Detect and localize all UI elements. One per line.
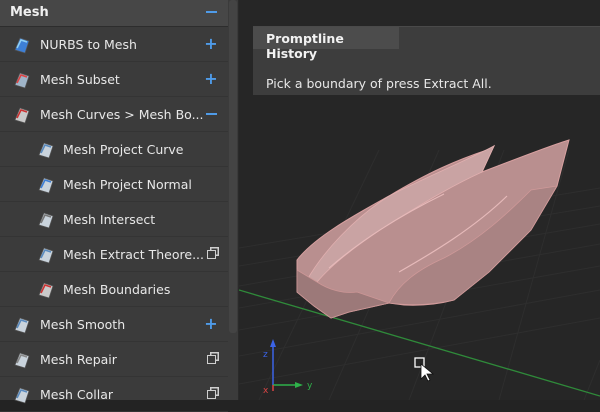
copy-icon[interactable] [204,351,218,367]
panel-item-label: Mesh Project Normal [63,177,192,192]
mesh-boundaries-icon [36,280,56,300]
panel-item-mesh-collar[interactable]: Mesh Collar [0,377,228,412]
x-axis-label: x [263,386,269,395]
panel-title: Mesh [10,5,49,20]
prompt-message: Pick a boundary of press Extract All. [266,76,492,91]
panel-item-nurbs-to-mesh[interactable]: NURBS to Mesh [0,27,228,62]
copy-icon[interactable] [204,246,218,262]
axis-triad-icon: z y x [263,339,313,395]
collapse-panel-button[interactable] [204,4,218,20]
panel-item-mesh-extract[interactable]: Mesh Extract Theore... [0,237,228,272]
y-axis-label: y [307,381,313,391]
promptline-history-tab-label: Promptline History [266,31,344,61]
pick-cursor-icon [414,357,435,382]
mesh-subset-icon [12,70,32,90]
mesh-intersect-icon [36,210,56,230]
panel-header[interactable]: Mesh [0,0,228,27]
promptline-history-panel: Promptline History Pick a boundary of pr… [253,26,600,95]
add-icon[interactable] [204,316,218,332]
mesh-smooth-icon [12,315,32,335]
3d-viewport[interactable]: Promptline History Pick a boundary of pr… [239,0,600,400]
panel-item-label: Mesh Subset [40,72,120,87]
mesh-collar-icon [12,385,32,405]
panel-item-mesh-subset[interactable]: Mesh Subset [0,62,228,97]
add-icon[interactable] [204,71,218,87]
panel-item-label: Mesh Intersect [63,212,156,227]
mesh-repair-icon [12,350,32,370]
mesh-curves-icon [12,105,32,125]
panel-item-mesh-boundaries[interactable]: Mesh Boundaries [0,272,228,307]
panel-item-label: Mesh Curves > Mesh Bo... [40,107,204,122]
z-axis-label: z [263,350,268,360]
panel-item-mesh-smooth[interactable]: Mesh Smooth [0,307,228,342]
panel-item-mesh-repair[interactable]: Mesh Repair [0,342,228,377]
tool-panel: Mesh NURBS to Mesh Mesh Subset Mesh Curves… [0,0,239,412]
promptline-history-tab[interactable]: Promptline History [253,27,399,61]
panel-item-mesh-intersect[interactable]: Mesh Intersect [0,202,228,237]
panel-item-mesh-project-curve[interactable]: Mesh Project Curve [0,132,228,167]
panel-item-label: NURBS to Mesh [40,37,137,52]
panel-item-label: Mesh Smooth [40,317,126,332]
panel-item-label: Mesh Project Curve [63,142,184,157]
panel-scrollbar[interactable] [229,0,237,333]
panel-item-label: Mesh Repair [40,352,117,367]
mesh-object[interactable] [296,139,570,319]
panel-item-mesh-curves[interactable]: Mesh Curves > Mesh Bo... [0,97,228,132]
nurbs-to-mesh-icon [12,35,32,55]
panel-item-label: Mesh Extract Theore... [63,247,204,262]
collapse-icon[interactable] [204,106,218,122]
mesh-extract-icon [36,245,56,265]
mesh-project-normal-icon [36,175,56,195]
mesh-project-curve-icon [36,140,56,160]
panel-item-label: Mesh Boundaries [63,282,171,297]
panel-item-mesh-project-normal[interactable]: Mesh Project Normal [0,167,228,202]
add-icon[interactable] [204,36,218,52]
